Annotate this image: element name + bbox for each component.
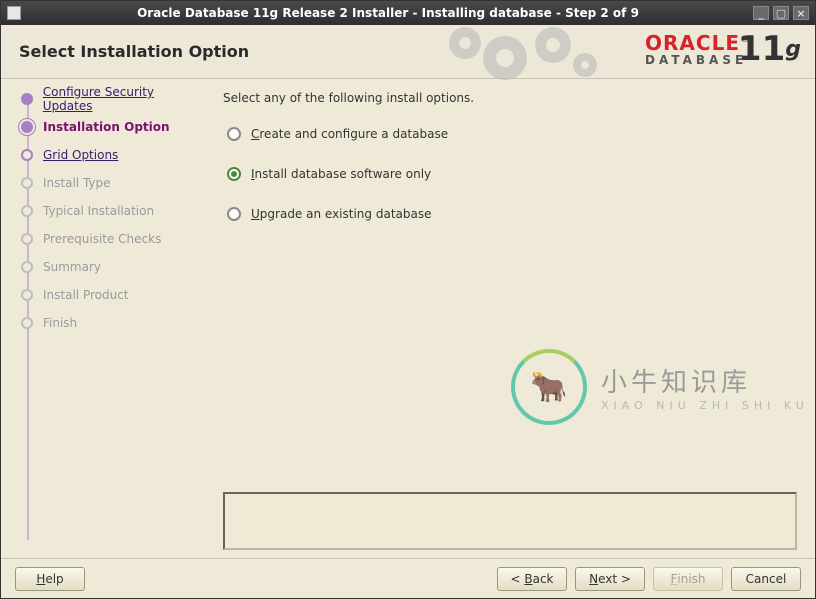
sidebar-step-label: Install Type	[43, 176, 111, 190]
sidebar-step-grid-options[interactable]: Grid Options	[9, 147, 203, 163]
radio-icon[interactable]	[227, 207, 241, 221]
option-install-software-only[interactable]: Install database software only	[227, 167, 797, 181]
sidebar-step-label: Finish	[43, 316, 77, 330]
help-button[interactable]: Help	[15, 567, 85, 591]
logo-brand: ORACLE	[645, 31, 740, 55]
sidebar-step-label: Install Product	[43, 288, 129, 302]
watermark-title: 小牛知识库	[601, 362, 809, 399]
sidebar-step-label: Prerequisite Checks	[43, 232, 161, 246]
step-dot-icon	[21, 317, 33, 329]
main-panel: Select any of the following install opti…	[211, 79, 815, 558]
back-button[interactable]: < Back	[497, 567, 567, 591]
sidebar-step-label: Grid Options	[43, 148, 118, 162]
close-button[interactable]: ×	[793, 6, 809, 20]
footer: Help < Back Next > Finish Cancel	[1, 558, 815, 598]
body: Configure Security Updates Installation …	[1, 79, 815, 558]
watermark: 🐂 小牛知识库 XIAO NIU ZHI SHI KU	[511, 349, 809, 425]
step-dot-icon	[21, 177, 33, 189]
sidebar-step-typical-installation: Typical Installation	[9, 203, 203, 219]
logo-version: 11g	[738, 29, 801, 69]
sidebar-step-summary: Summary	[9, 259, 203, 275]
sidebar-step-prerequisite-checks: Prerequisite Checks	[9, 231, 203, 247]
wizard-sidebar: Configure Security Updates Installation …	[1, 79, 211, 558]
radio-icon[interactable]	[227, 127, 241, 141]
step-dot-icon	[21, 261, 33, 273]
maximize-button[interactable]: ▢	[773, 6, 789, 20]
sidebar-step-label: Configure Security Updates	[43, 85, 203, 113]
oracle-logo: ORACLE® DATABASE	[645, 31, 749, 67]
sidebar-step-install-type: Install Type	[9, 175, 203, 191]
installer-window: Oracle Database 11g Release 2 Installer …	[0, 0, 816, 599]
step-dot-icon	[21, 289, 33, 301]
message-area	[223, 492, 797, 550]
titlebar[interactable]: Oracle Database 11g Release 2 Installer …	[1, 1, 815, 25]
app-icon	[7, 6, 21, 20]
sidebar-step-label: Installation Option	[43, 120, 170, 134]
cancel-button[interactable]: Cancel	[731, 567, 801, 591]
next-button[interactable]: Next >	[575, 567, 645, 591]
step-dot-icon	[21, 233, 33, 245]
gears-decoration	[435, 23, 605, 83]
option-label: Create and configure a database	[251, 127, 448, 141]
sidebar-step-configure-security-updates[interactable]: Configure Security Updates	[9, 91, 203, 107]
watermark-logo-icon: 🐂	[511, 349, 587, 425]
step-dot-icon	[21, 93, 33, 105]
minimize-button[interactable]: _	[753, 6, 769, 20]
window-title: Oracle Database 11g Release 2 Installer …	[27, 6, 749, 20]
sidebar-step-label: Typical Installation	[43, 204, 154, 218]
header: Select Installation Option ORACLE® DATAB…	[1, 25, 815, 79]
option-create-configure-db[interactable]: Create and configure a database	[227, 127, 797, 141]
page-heading: Select Installation Option	[19, 42, 249, 61]
step-dot-icon	[21, 149, 33, 161]
finish-button: Finish	[653, 567, 723, 591]
option-label: Upgrade an existing database	[251, 207, 431, 221]
step-dot-icon	[21, 205, 33, 217]
sidebar-step-install-product: Install Product	[9, 287, 203, 303]
step-dot-icon	[21, 121, 33, 133]
sidebar-step-label: Summary	[43, 260, 101, 274]
radio-icon[interactable]	[227, 167, 241, 181]
instruction-text: Select any of the following install opti…	[223, 91, 797, 105]
sidebar-step-installation-option: Installation Option	[9, 119, 203, 135]
logo-product: DATABASE	[645, 53, 749, 67]
option-label: Install database software only	[251, 167, 431, 181]
watermark-subtitle: XIAO NIU ZHI SHI KU	[601, 399, 809, 412]
option-upgrade-existing-db[interactable]: Upgrade an existing database	[227, 207, 797, 221]
sidebar-step-finish: Finish	[9, 315, 203, 331]
